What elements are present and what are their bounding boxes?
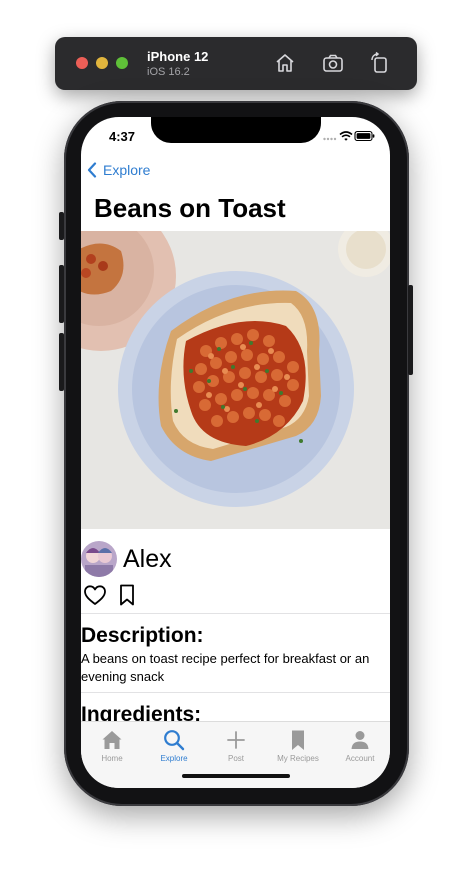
bookmark-icon[interactable] [115,583,139,607]
phone-screen: 4:37 Explore Beans on Toast Alex Descrip… [81,117,390,788]
close-window-button[interactable] [76,57,88,69]
device-name: iPhone 12 [147,49,209,64]
tab-explore-label: Explore [160,754,188,763]
back-button[interactable]: Explore [87,162,150,178]
tab-home-label: Home [101,754,123,763]
author-row[interactable]: Alex [81,541,172,577]
home-icon [102,731,122,749]
rotate-icon[interactable] [368,51,392,75]
description-text: A beans on toast recipe perfect for brea… [81,651,370,684]
tab-my-recipes-label: My Recipes [277,754,319,763]
divider [81,692,390,693]
tab-account-label: Account [345,754,375,763]
tab-post-label: Post [227,754,244,763]
recipe-actions [83,583,147,607]
avatar[interactable] [81,541,117,577]
volume-down-button [59,333,64,391]
tab-my-recipes[interactable]: My Recipes [267,729,329,763]
power-button [408,285,413,375]
zoom-window-button[interactable] [116,57,128,69]
plus-icon [227,731,245,749]
battery-icon [354,130,375,142]
chevron-left-icon [87,162,97,178]
wifi-icon [339,131,353,141]
divider [81,613,390,614]
description-heading: Description: [81,624,204,647]
person-icon [351,731,369,749]
recipe-photo [81,231,390,529]
bookmark-icon [292,730,304,750]
search-icon [164,730,185,751]
simulator-toolbar: iPhone 12 iOS 16.2 [55,37,417,90]
tab-account[interactable]: Account [329,729,390,763]
mute-switch [59,212,64,240]
cellular-signal-icon [323,137,337,141]
volume-up-button [59,265,64,323]
heart-icon[interactable] [83,583,107,607]
minimize-window-button[interactable] [96,57,108,69]
screenshot-icon[interactable] [321,51,345,75]
tab-home[interactable]: Home [81,729,143,763]
page-title: Beans on Toast [94,193,286,223]
back-label: Explore [103,162,151,178]
status-time: 4:37 [109,129,136,144]
tab-explore[interactable]: Explore [143,729,205,763]
os-version: iOS 16.2 [147,66,190,78]
tab-post[interactable]: Post [205,729,267,763]
status-icons [323,130,375,142]
notch [151,117,321,143]
home-icon[interactable] [273,51,297,75]
author-name: Alex [123,544,172,573]
home-indicator [182,774,290,778]
